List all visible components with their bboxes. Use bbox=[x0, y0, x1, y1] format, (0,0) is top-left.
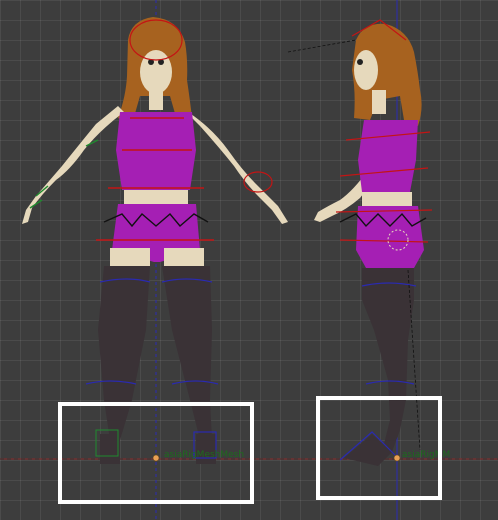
front-arm-right bbox=[22, 106, 124, 224]
front-feet-highlight bbox=[58, 402, 254, 504]
side-eye bbox=[357, 59, 363, 65]
front-arm-left bbox=[188, 112, 288, 224]
front-neck bbox=[149, 90, 163, 110]
side-shorts bbox=[356, 206, 424, 268]
front-face bbox=[140, 50, 172, 94]
side-feet-highlight bbox=[316, 396, 442, 500]
side-top bbox=[358, 120, 418, 192]
side-midriff bbox=[362, 192, 412, 206]
front-character[interactable] bbox=[22, 17, 288, 464]
side-face bbox=[354, 50, 378, 90]
side-bone-relationship-line bbox=[287, 39, 357, 53]
side-neck bbox=[372, 90, 386, 114]
3d-viewport[interactable]: asiaRigMeshMesh asiaRigMM bbox=[0, 0, 498, 520]
front-top bbox=[116, 112, 196, 190]
front-thigh-right-skin bbox=[110, 248, 150, 266]
front-thigh-left-skin bbox=[164, 248, 204, 266]
front-midriff bbox=[124, 190, 188, 204]
